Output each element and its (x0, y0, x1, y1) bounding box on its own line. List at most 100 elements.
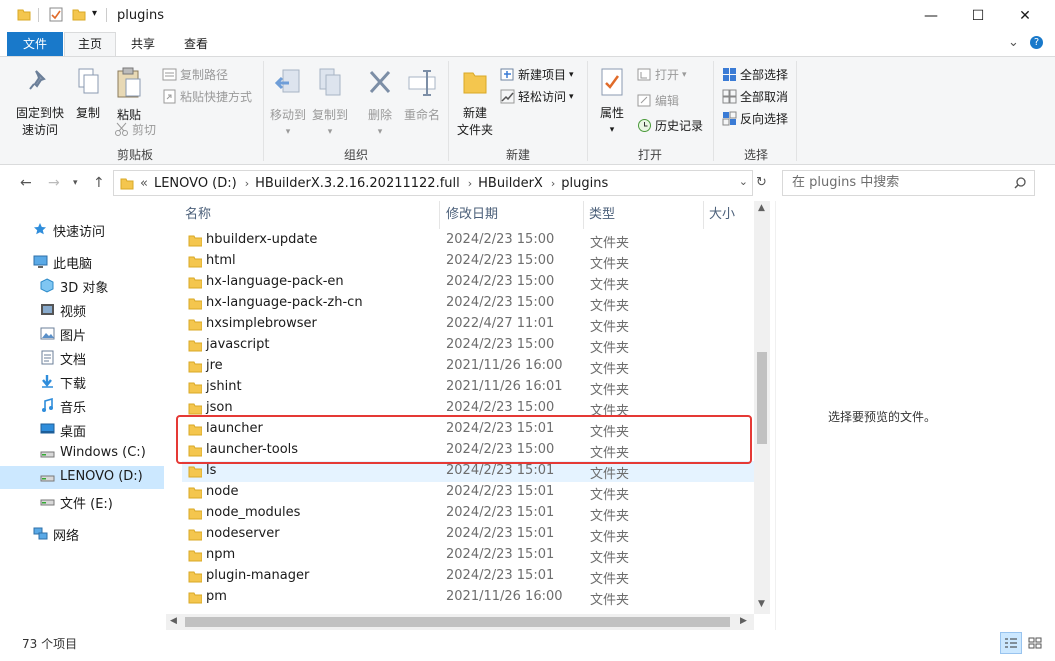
nav-item[interactable]: 桌面 (0, 418, 164, 441)
new-item-button[interactable]: 新建项目 ▾ (500, 66, 574, 83)
table-row[interactable]: html 2024/2/23 15:00 文件夹 (182, 251, 754, 272)
column-divider[interactable] (703, 201, 704, 229)
recent-locations-icon[interactable]: ▾ (73, 178, 78, 188)
properties-qa-icon[interactable] (49, 7, 64, 22)
easy-access-button[interactable]: 轻松访问 ▾ (500, 88, 574, 105)
crumb-hbuilderx[interactable]: HBuilderX (478, 176, 543, 191)
vertical-scroll-thumb[interactable] (757, 352, 767, 444)
file-date: 2021/11/26 16:00 (446, 358, 563, 373)
file-type: 文件夹 (590, 404, 630, 419)
nav-item[interactable]: Windows (C:) (0, 442, 164, 465)
pin-quick-access-button[interactable]: 固定到快 速访问 (14, 67, 66, 139)
chevron-right-icon[interactable]: › (468, 177, 472, 190)
column-header-date[interactable]: 修改日期 (446, 201, 498, 229)
history-button[interactable]: 历史记录 (637, 117, 703, 134)
details-view-button[interactable] (1000, 632, 1022, 654)
nav-item[interactable]: 3D 对象 (0, 274, 164, 297)
table-row[interactable]: pm 2021/11/26 16:00 文件夹 (182, 587, 754, 608)
paste-button[interactable]: 粘贴 (112, 67, 146, 124)
nav-item[interactable]: 下载 (0, 370, 164, 393)
table-row[interactable]: hbuilderx-update 2024/2/23 15:00 文件夹 (182, 230, 754, 251)
copy-path-button[interactable]: 复制路径 (162, 66, 228, 83)
nav-item[interactable]: 此电脑 (0, 250, 164, 273)
close-button[interactable]: ✕ (1002, 0, 1048, 31)
select-all-label: 全部选择 (740, 68, 789, 82)
refresh-icon[interactable]: ↻ (756, 175, 767, 190)
table-row[interactable]: javascript 2024/2/23 15:00 文件夹 (182, 335, 754, 356)
select-none-button[interactable]: 全部取消 (722, 88, 788, 105)
column-header-name[interactable]: 名称 (185, 201, 211, 229)
minimize-button[interactable]: — (908, 0, 954, 31)
scroll-down-icon[interactable]: ▼ (758, 599, 765, 609)
crumb-plugins[interactable]: plugins (561, 176, 608, 191)
table-row[interactable]: hx-language-pack-zh-cn 2024/2/23 15:00 文件夹 (182, 293, 754, 314)
back-arrow-icon[interactable]: ← (20, 175, 32, 191)
edit-button[interactable]: 编辑 (637, 92, 679, 109)
invert-selection-button[interactable]: 反向选择 (722, 110, 788, 127)
select-all-button[interactable]: 全部选择 (722, 66, 788, 83)
delete-button[interactable]: 删除 ▾ (363, 67, 397, 141)
table-row[interactable]: launcher-tools 2024/2/23 15:00 文件夹 (182, 440, 754, 461)
move-to-button[interactable]: 移动到 ▾ (268, 67, 308, 141)
overflow-crumb[interactable]: « (140, 176, 148, 191)
column-header-size[interactable]: 大小 (709, 201, 735, 229)
up-arrow-icon[interactable]: ↑ (93, 175, 105, 191)
table-row[interactable]: node 2024/2/23 15:01 文件夹 (182, 482, 754, 503)
paste-shortcut-button[interactable]: 粘贴快捷方式 (162, 88, 252, 105)
address-history-icon[interactable]: ⌄ (739, 175, 748, 188)
tab-home[interactable]: 主页 (64, 32, 116, 56)
new-folder-qa-icon[interactable] (72, 7, 86, 21)
nav-item[interactable]: LENOVO (D:) (0, 466, 164, 489)
scroll-left-icon[interactable]: ◀ (170, 616, 177, 626)
new-folder-button[interactable]: 新建 文件夹 (453, 67, 497, 139)
column-header-type[interactable]: 类型 (589, 201, 615, 229)
collapse-ribbon-icon[interactable]: ⌄ (1008, 35, 1019, 50)
qa-dropdown-icon[interactable]: ▾ (92, 8, 97, 19)
column-divider[interactable] (583, 201, 584, 229)
search-input[interactable]: 在 plugins 中搜索 (782, 170, 1035, 196)
horizontal-scroll-thumb[interactable] (185, 617, 730, 627)
table-row[interactable]: launcher 2024/2/23 15:01 文件夹 (182, 419, 754, 440)
forward-arrow-icon[interactable]: → (48, 175, 60, 191)
nav-item[interactable]: 快速访问 (0, 218, 164, 241)
copy-path-label: 复制路径 (180, 68, 229, 82)
dropdown-arrow-icon: ▾ (682, 69, 687, 80)
tab-file[interactable]: 文件 (7, 32, 63, 56)
scroll-up-icon[interactable]: ▲ (758, 203, 765, 213)
large-icons-view-button[interactable] (1024, 632, 1046, 654)
table-row[interactable]: nodeserver 2024/2/23 15:01 文件夹 (182, 524, 754, 545)
tab-share[interactable]: 共享 (118, 33, 168, 56)
scroll-right-icon[interactable]: ▶ (740, 616, 747, 626)
nav-item[interactable]: 图片 (0, 322, 164, 345)
table-row[interactable]: hxsimplebrowser 2022/4/27 11:01 文件夹 (182, 314, 754, 335)
nav-item[interactable]: 视频 (0, 298, 164, 321)
properties-button[interactable]: 属性 ▾ (594, 67, 630, 139)
table-row[interactable]: ls 2024/2/23 15:01 文件夹 (182, 461, 754, 482)
copy-to-button[interactable]: 复制到 ▾ (310, 67, 350, 141)
nav-item[interactable]: 文档 (0, 346, 164, 369)
maximize-button[interactable]: ☐ (955, 0, 1001, 31)
documents-icon (41, 350, 54, 365)
column-divider[interactable] (439, 201, 440, 229)
address-bar[interactable]: « LENOVO (D:) › HBuilderX.3.2.16.2021112… (113, 170, 753, 196)
chevron-right-icon[interactable]: › (551, 177, 555, 190)
nav-item[interactable]: 音乐 (0, 394, 164, 417)
crumb-drive[interactable]: LENOVO (D:) (154, 176, 237, 191)
crumb-hbuilderx-full[interactable]: HBuilderX.3.2.16.20211122.full (255, 176, 460, 191)
table-row[interactable]: npm 2024/2/23 15:01 文件夹 (182, 545, 754, 566)
table-row[interactable]: node_modules 2024/2/23 15:01 文件夹 (182, 503, 754, 524)
table-row[interactable]: hx-language-pack-en 2024/2/23 15:00 文件夹 (182, 272, 754, 293)
chevron-right-icon[interactable]: › (245, 177, 249, 190)
table-row[interactable]: plugin-manager 2024/2/23 15:01 文件夹 (182, 566, 754, 587)
table-row[interactable]: jshint 2021/11/26 16:01 文件夹 (182, 377, 754, 398)
rename-button[interactable]: 重命名 (401, 67, 443, 124)
open-button[interactable]: 打开 ▾ (637, 66, 687, 83)
table-row[interactable]: json 2024/2/23 15:00 文件夹 (182, 398, 754, 419)
copy-button[interactable]: 复制 (72, 67, 104, 122)
table-row[interactable]: jre 2021/11/26 16:00 文件夹 (182, 356, 754, 377)
help-icon[interactable]: ? (1030, 36, 1043, 49)
cut-button[interactable]: 剪切 (114, 121, 156, 138)
tab-view[interactable]: 查看 (170, 33, 222, 56)
nav-item[interactable]: 文件 (E:) (0, 490, 164, 513)
nav-item[interactable]: 网络 (0, 522, 164, 545)
